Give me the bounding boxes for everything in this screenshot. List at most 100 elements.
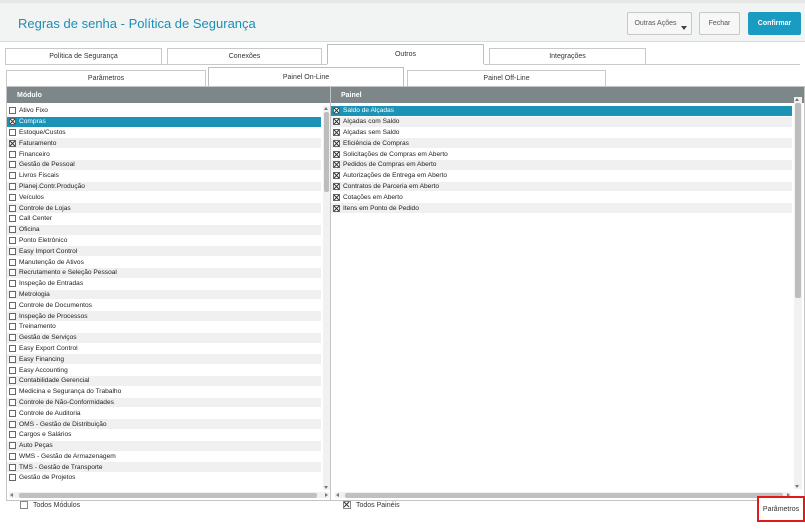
list-item[interactable]: Gestão de Pessoal — [7, 159, 321, 171]
scroll-up-icon[interactable] — [324, 107, 328, 110]
list-item[interactable]: Veículos — [7, 192, 321, 204]
checkbox-icon[interactable] — [9, 128, 16, 136]
checkbox-icon[interactable] — [9, 290, 16, 298]
list-item[interactable]: Oficina — [7, 224, 321, 236]
checkbox-icon[interactable] — [9, 301, 16, 309]
list-item[interactable]: Cotações em Aberto — [331, 192, 792, 204]
checkbox-icon[interactable] — [9, 398, 16, 406]
list-item[interactable]: Ativo Fixo — [7, 106, 321, 117]
scroll-down-icon[interactable] — [795, 485, 799, 488]
modules-horizontal-scrollbar[interactable] — [9, 492, 329, 498]
checkbox-icon[interactable] — [9, 409, 16, 417]
list-item[interactable]: Inspeção de Entradas — [7, 279, 321, 290]
checkbox-icon[interactable] — [9, 377, 16, 385]
list-item[interactable]: Medicina e Segurança do Trabalho — [7, 387, 321, 398]
checkbox-icon[interactable] — [9, 269, 16, 277]
panels-vertical-scrollbar[interactable] — [794, 97, 802, 489]
list-item[interactable]: Autorizações de Entrega em Aberto — [331, 171, 792, 182]
checkbox-icon[interactable] — [333, 172, 340, 180]
list-item[interactable]: Itens em Ponto de Pedido — [331, 203, 792, 214]
scroll-thumb[interactable] — [345, 493, 783, 498]
checkbox-icon[interactable] — [9, 463, 16, 471]
list-item[interactable]: OMS - Gestão de Distribuição — [7, 419, 321, 430]
list-item[interactable]: Controle de Auditoria — [7, 408, 321, 420]
checkbox-icon[interactable] — [333, 161, 340, 169]
checkbox-icon[interactable] — [9, 388, 16, 396]
checkbox-icon[interactable] — [9, 193, 16, 201]
checkbox-icon[interactable] — [9, 258, 16, 266]
scroll-right-icon[interactable] — [325, 493, 328, 497]
list-item[interactable]: Controle de Não-Conformidades — [7, 397, 321, 409]
checkbox-icon[interactable] — [333, 150, 340, 158]
checkbox-icon[interactable] — [9, 355, 16, 363]
list-item[interactable]: Financeiro — [7, 149, 321, 160]
checkbox-icon[interactable] — [9, 420, 16, 428]
list-item[interactable]: Solicitações de Compras em Aberto — [331, 149, 792, 160]
tab-others[interactable]: Outros — [327, 44, 484, 64]
checkbox-icon[interactable] — [9, 247, 16, 255]
list-item[interactable]: Alçadas sem Saldo — [331, 128, 792, 139]
scroll-thumb[interactable] — [795, 103, 801, 298]
list-item[interactable]: WMS - Gestão de Armazenagem — [7, 452, 321, 463]
list-item[interactable]: Metrologia — [7, 289, 321, 301]
list-item[interactable]: Eficiência de Compras — [331, 138, 792, 150]
checkbox-icon[interactable] — [9, 226, 16, 234]
checkbox-icon[interactable] — [9, 172, 16, 180]
list-item[interactable]: Inspeção de Processos — [7, 311, 321, 322]
checkbox-icon[interactable] — [333, 128, 340, 136]
checkbox-icon[interactable] — [333, 204, 340, 212]
subtab-online-panel[interactable]: Painel On-Line — [208, 67, 404, 87]
checkbox-icon[interactable] — [9, 323, 16, 331]
checkbox-icon[interactable] — [9, 161, 16, 169]
checkbox-icon[interactable] — [333, 139, 340, 147]
scroll-down-icon[interactable] — [324, 486, 328, 489]
list-item[interactable]: Ponto Eletrônico — [7, 236, 321, 247]
panels-horizontal-scrollbar[interactable] — [335, 492, 791, 498]
list-item[interactable]: Contratos de Parceria em Aberto — [331, 181, 792, 193]
list-item[interactable]: Saldo de Alçadas — [331, 106, 792, 117]
list-item[interactable]: Faturamento — [7, 138, 321, 150]
list-item[interactable]: Cargos e Salários — [7, 430, 321, 441]
parameters-button[interactable]: Parâmetros — [757, 496, 805, 522]
checkbox-icon[interactable] — [9, 150, 16, 158]
list-item[interactable]: Easy Import Control — [7, 246, 321, 258]
tab-connections[interactable]: Conexões — [167, 48, 322, 64]
checkbox-icon[interactable] — [9, 236, 16, 244]
checkbox-icon[interactable] — [333, 182, 340, 190]
checkbox-icon[interactable] — [9, 442, 16, 450]
tab-integrations[interactable]: Integrações — [489, 48, 646, 64]
checkbox-icon[interactable] — [9, 215, 16, 223]
all-modules-checkbox[interactable]: Todos Módulos — [18, 501, 80, 509]
tab-security-policy[interactable]: Política de Segurança — [5, 48, 162, 64]
list-item[interactable]: Estoque/Custos — [7, 128, 321, 139]
checkbox-icon[interactable] — [9, 280, 16, 288]
list-item[interactable]: Gestão de Serviços — [7, 332, 321, 344]
scroll-left-icon[interactable] — [336, 493, 339, 497]
list-item[interactable]: Easy Financing — [7, 354, 321, 366]
checkbox-icon[interactable] — [9, 431, 16, 439]
list-item[interactable]: Treinamento — [7, 322, 321, 333]
scroll-thumb[interactable] — [324, 112, 329, 192]
checkbox-icon[interactable] — [9, 452, 16, 460]
list-item[interactable]: Controle de Lojas — [7, 203, 321, 214]
list-item[interactable]: Gestão de Projetos — [7, 473, 321, 484]
scroll-left-icon[interactable] — [10, 493, 13, 497]
checkbox-icon[interactable] — [333, 193, 340, 201]
checkbox-icon[interactable] — [333, 107, 340, 115]
modules-vertical-scrollbar[interactable] — [323, 106, 330, 490]
list-item[interactable]: Contabilidade Gerencial — [7, 375, 321, 387]
list-item[interactable]: Livros Fiscais — [7, 171, 321, 182]
list-item[interactable]: Pedidos de Compras em Aberto — [331, 159, 792, 171]
checkbox-icon[interactable] — [9, 474, 16, 482]
list-item[interactable]: Planej.Contr.Produção — [7, 181, 321, 193]
list-item[interactable]: TMS - Gestão de Transporte — [7, 462, 321, 474]
list-item[interactable]: Easy Accounting — [7, 365, 321, 376]
close-button[interactable]: Fechar — [699, 12, 740, 35]
other-actions-button[interactable]: Outras Ações — [627, 12, 692, 35]
checkbox-icon[interactable] — [9, 204, 16, 212]
checkbox-icon[interactable] — [9, 334, 16, 342]
scroll-up-icon[interactable] — [795, 98, 799, 101]
confirm-button[interactable]: Confirmar — [748, 12, 801, 35]
list-item[interactable]: Easy Export Control — [7, 344, 321, 355]
checkbox-icon[interactable] — [9, 107, 16, 115]
